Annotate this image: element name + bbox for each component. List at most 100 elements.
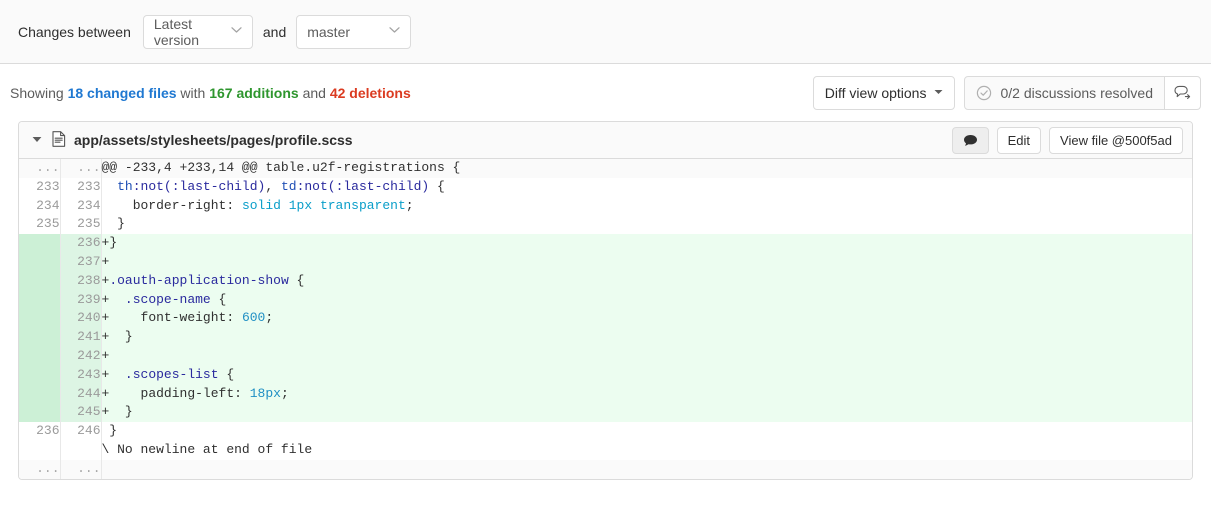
code-token: 18px xyxy=(250,386,281,401)
diff-row[interactable]: \ No newline at end of file xyxy=(19,441,1192,460)
diff-code-cell[interactable]: + .scopes-list { xyxy=(101,366,1192,385)
diff-old-line-number[interactable]: ... xyxy=(19,159,60,178)
diff-old-line-number[interactable] xyxy=(19,347,60,366)
diff-row[interactable]: 242+ xyxy=(19,347,1192,366)
toggle-comments-button[interactable] xyxy=(952,127,989,154)
diff-row[interactable]: 245+ } xyxy=(19,403,1192,422)
diff-code-cell[interactable]: th:not(:last-child), td:not(:last-child)… xyxy=(101,178,1192,197)
diff-new-line-number[interactable]: 239 xyxy=(60,291,101,310)
diff-code-cell[interactable]: \ No newline at end of file xyxy=(101,441,1192,460)
code-token: .scope-name xyxy=(125,292,211,307)
diff-old-line-number[interactable]: ... xyxy=(19,460,60,479)
view-file-label: View file @500f5ad xyxy=(1060,133,1172,148)
diff-new-line-number[interactable]: 234 xyxy=(60,197,101,216)
diff-old-line-number[interactable]: 235 xyxy=(19,215,60,234)
diff-row[interactable]: 240+ font-weight: 600; xyxy=(19,309,1192,328)
diff-row[interactable]: 244+ padding-left: 18px; xyxy=(19,385,1192,404)
diff-summary-actions: Diff view options 0/2 discussions resolv… xyxy=(813,76,1201,110)
diff-view-options-button[interactable]: Diff view options xyxy=(813,76,956,110)
diff-new-line-number[interactable]: 241 xyxy=(60,328,101,347)
jump-to-next-discussion-button[interactable] xyxy=(1164,76,1201,110)
diff-old-line-number[interactable] xyxy=(19,253,60,272)
diff-row[interactable]: 238+.oauth-application-show { xyxy=(19,272,1192,291)
collapse-chevron-icon[interactable] xyxy=(32,136,42,145)
code-token: :not(:last-child) xyxy=(297,179,430,194)
diff-code-cell[interactable]: +.oauth-application-show { xyxy=(101,272,1192,291)
diff-code-cell[interactable]: + } xyxy=(101,403,1192,422)
target-branch-dropdown[interactable]: master xyxy=(296,15,411,49)
summary-and-label: and xyxy=(303,85,326,101)
diff-new-line-number[interactable]: ... xyxy=(60,159,101,178)
diff-row[interactable]: 241+ } xyxy=(19,328,1192,347)
diff-new-line-number[interactable]: 243 xyxy=(60,366,101,385)
diff-row[interactable]: 236+} xyxy=(19,234,1192,253)
changed-files-count[interactable]: 18 changed files xyxy=(68,85,177,101)
diff-old-line-number[interactable] xyxy=(19,291,60,310)
diff-old-line-number[interactable] xyxy=(19,366,60,385)
diff-row[interactable]: ......@@ -233,4 +233,14 @@ table.u2f-reg… xyxy=(19,159,1192,178)
diff-row[interactable]: 234234 border-right: solid 1px transpare… xyxy=(19,197,1192,216)
target-branch-value: master xyxy=(307,24,350,40)
code-token: 600 xyxy=(242,310,265,325)
diff-row[interactable]: 239+ .scope-name { xyxy=(19,291,1192,310)
diff-old-line-number[interactable] xyxy=(19,234,60,253)
diff-new-line-number[interactable]: 233 xyxy=(60,178,101,197)
code-token: } xyxy=(102,423,118,438)
discussions-resolved-button[interactable]: 0/2 discussions resolved xyxy=(964,76,1165,110)
diff-new-line-number[interactable]: 242 xyxy=(60,347,101,366)
diff-code-cell[interactable]: +} xyxy=(101,234,1192,253)
code-token xyxy=(102,179,118,194)
code-token: font-weight: xyxy=(109,310,242,325)
diff-code-cell[interactable]: } xyxy=(101,215,1192,234)
diff-old-line-number[interactable] xyxy=(19,272,60,291)
diff-code-cell[interactable]: + xyxy=(101,347,1192,366)
diff-old-line-number[interactable]: 236 xyxy=(19,422,60,441)
summary-showing-label: Showing xyxy=(10,85,64,101)
diff-new-line-number[interactable]: 236 xyxy=(60,234,101,253)
diff-code-cell[interactable]: border-right: solid 1px transparent; xyxy=(101,197,1192,216)
discussions-resolved-label: 0/2 discussions resolved xyxy=(1000,85,1153,101)
diff-code-cell[interactable]: + padding-left: 18px; xyxy=(101,385,1192,404)
diff-new-line-number[interactable]: 240 xyxy=(60,309,101,328)
diff-old-line-number[interactable] xyxy=(19,441,60,460)
diff-old-line-number[interactable] xyxy=(19,403,60,422)
diff-row[interactable]: 235235 } xyxy=(19,215,1192,234)
diff-row[interactable]: 237+ xyxy=(19,253,1192,272)
diff-new-line-number[interactable]: 244 xyxy=(60,385,101,404)
diff-row[interactable]: ...... xyxy=(19,460,1192,479)
diff-new-line-number[interactable]: 245 xyxy=(60,403,101,422)
diff-row[interactable]: 243+ .scopes-list { xyxy=(19,366,1192,385)
diff-old-line-number[interactable] xyxy=(19,385,60,404)
deletions-count: 42 deletions xyxy=(330,85,411,101)
source-version-dropdown[interactable]: Latest version xyxy=(143,15,253,49)
diff-code-cell[interactable] xyxy=(101,460,1192,479)
diff-code-cell[interactable]: @@ -233,4 +233,14 @@ table.u2f-registrat… xyxy=(101,159,1192,178)
diff-old-line-number[interactable]: 233 xyxy=(19,178,60,197)
diff-new-line-number[interactable]: 246 xyxy=(60,422,101,441)
chevron-down-icon xyxy=(231,26,242,37)
diff-code-cell[interactable]: + } xyxy=(101,328,1192,347)
edit-file-button[interactable]: Edit xyxy=(997,127,1041,154)
diff-code-cell[interactable]: + .scope-name { xyxy=(101,291,1192,310)
code-token: \ No newline at end of file xyxy=(102,442,313,457)
code-token: ; xyxy=(281,386,289,401)
diff-old-line-number[interactable] xyxy=(19,309,60,328)
compare-label: Changes between xyxy=(18,24,131,40)
diff-new-line-number[interactable]: ... xyxy=(60,460,101,479)
diff-row[interactable]: 236246 } xyxy=(19,422,1192,441)
code-token: { xyxy=(211,292,227,307)
diff-new-line-number[interactable]: 237 xyxy=(60,253,101,272)
diff-code-cell[interactable]: + xyxy=(101,253,1192,272)
diff-old-line-number[interactable] xyxy=(19,328,60,347)
view-file-button[interactable]: View file @500f5ad xyxy=(1049,127,1183,154)
diff-old-line-number[interactable]: 234 xyxy=(19,197,60,216)
diff-row[interactable]: 233233 th:not(:last-child), td:not(:last… xyxy=(19,178,1192,197)
file-path-label[interactable]: app/assets/stylesheets/pages/profile.scs… xyxy=(74,132,353,148)
diff-new-line-number[interactable] xyxy=(60,441,101,460)
diff-code-cell[interactable]: + font-weight: 600; xyxy=(101,309,1192,328)
diff-new-line-number[interactable]: 235 xyxy=(60,215,101,234)
diff-new-line-number[interactable]: 238 xyxy=(60,272,101,291)
code-token xyxy=(109,367,125,382)
code-token: ; xyxy=(406,198,414,213)
diff-code-cell[interactable]: } xyxy=(101,422,1192,441)
